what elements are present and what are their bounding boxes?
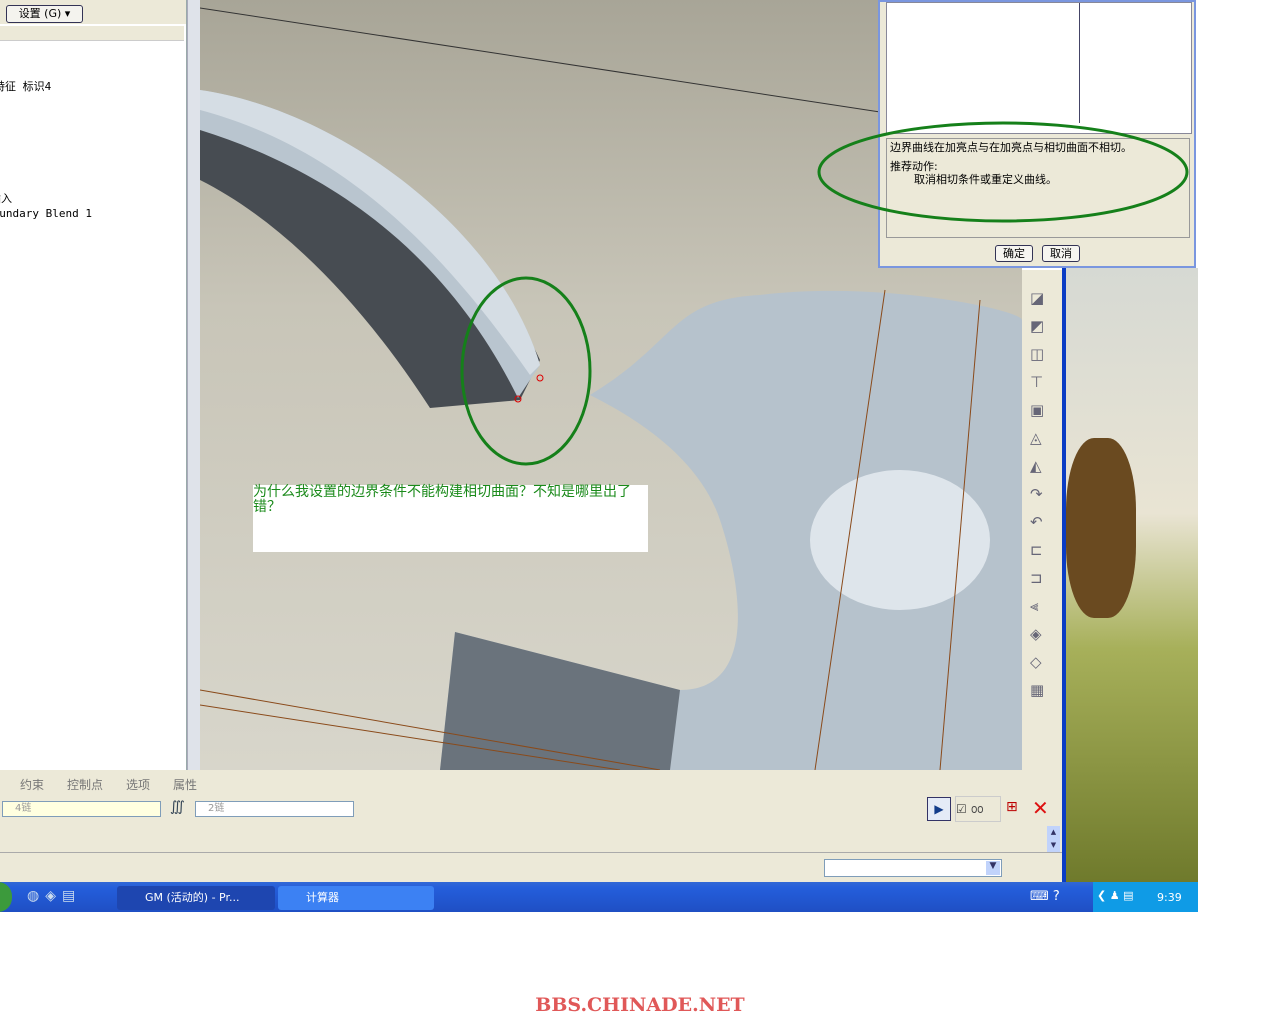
tree-header <box>0 26 184 41</box>
tray-icons[interactable]: ⌨ ? <box>1030 889 1060 904</box>
tab-control-points[interactable]: 控制点 <box>67 776 103 793</box>
quick-launch-icons[interactable]: ◍◈▤ <box>27 888 81 904</box>
tree-image <box>1066 438 1136 618</box>
clock: 9:39 <box>1157 891 1182 904</box>
toolbar-icons[interactable]: ◪ ◩ ◫ ⊤ ▣ ◬ ◭ ↷ ↶ ⊏ ⊐ ⫷ ◈ ◇ ▦ <box>1030 284 1044 704</box>
tree-item[interactable]: Boundary Blend 1 <box>0 207 92 220</box>
tree-item[interactable]: 特征 标识4 <box>0 78 51 94</box>
panel-splitter[interactable] <box>187 0 201 770</box>
second-direction-icon[interactable]: ∭ <box>170 799 185 815</box>
preview-toggle[interactable]: ☑ ൦൦ <box>955 796 1001 822</box>
desktop-wallpaper <box>1066 268 1198 882</box>
tab-options[interactable]: 选项 <box>126 776 150 793</box>
filter-dropdown[interactable]: ▼ <box>824 859 1002 877</box>
cancel-button[interactable]: 取消 <box>1042 245 1080 262</box>
settings-button[interactable]: 设置 (G) ▾ <box>6 5 83 23</box>
play-button[interactable]: ▶ <box>927 797 951 821</box>
watermark: BBS.CHINADE.NET <box>535 994 745 1016</box>
tab-constraints[interactable]: 约束 <box>20 776 44 793</box>
dashboard-panel: ▼ <box>0 770 1062 882</box>
model-tree-panel: 设置 (G) ▾ 特征 标识4 ： 插入 Boundary Blend 1 <box>0 0 187 770</box>
ok-button[interactable]: 确定 <box>995 245 1033 262</box>
highlight-ellipse <box>817 121 1189 223</box>
start-button[interactable] <box>0 882 12 912</box>
tray-expand-icon[interactable]: ❮ ♟ ▤ <box>1097 889 1133 902</box>
tree-item[interactable]: ： <box>0 158 5 174</box>
first-direction-chain[interactable]: 4链 <box>2 801 161 817</box>
second-direction-chain[interactable]: 2链 <box>195 801 354 817</box>
system-tray: ❮ ♟ ▤ 9:39 <box>1093 882 1198 912</box>
tree-item[interactable]: 插入 <box>0 190 12 206</box>
right-toolbar: ◪ ◩ ◫ ⊤ ▣ ◬ ◭ ↷ ↶ ⊏ ⊐ ⫷ ◈ ◇ ▦ <box>1022 270 1062 770</box>
taskbar-task-pro-e[interactable]: GM (活动的) - Pr... <box>117 886 275 910</box>
taskbar-task-calculator[interactable]: 计算器 <box>278 886 434 910</box>
scroll-buttons[interactable]: ▲ ▼ <box>1047 826 1060 852</box>
tab-properties[interactable]: 属性 <box>173 776 197 793</box>
dialog-list <box>886 2 1192 134</box>
cancel-feature-icon[interactable]: ✕ <box>1032 796 1049 820</box>
question-annotation: 为什么我设置的边界条件不能构建相切曲面？不知是哪里出了错？ <box>253 485 648 552</box>
verify-icon[interactable]: ⊞ <box>1006 799 1018 815</box>
